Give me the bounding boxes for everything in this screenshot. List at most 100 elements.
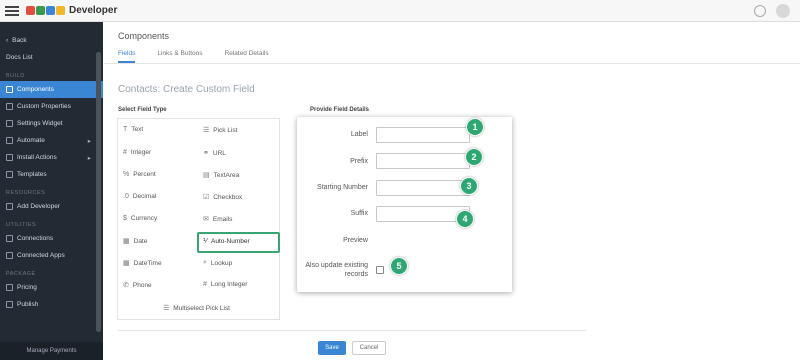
prefix-input[interactable] — [376, 153, 470, 169]
tab-fields[interactable]: Fields — [118, 50, 136, 63]
settings-icon — [6, 120, 13, 127]
starting-number-field-label: Starting Number — [317, 184, 368, 191]
divider — [117, 330, 587, 331]
calendar-icon: ▦ — [123, 238, 130, 245]
tab-related-details[interactable]: Related Details — [225, 50, 269, 63]
step-badge-4: 4 — [456, 210, 474, 228]
sidebar-item-connections[interactable]: Connections — [0, 230, 103, 247]
field-type-decimal[interactable]: .0 Decimal — [123, 193, 156, 200]
decimal-icon: .0 — [123, 193, 129, 200]
step-badge-1: 1 — [466, 118, 484, 136]
list-icon: ☰ — [203, 127, 210, 134]
field-type-phone[interactable]: ✆ Phone — [123, 281, 152, 290]
automate-icon — [6, 137, 13, 144]
sidebar-module-name: Docs List — [6, 54, 33, 61]
divider — [104, 63, 800, 64]
preview-label: Preview — [343, 237, 368, 244]
add-user-icon — [6, 203, 13, 210]
percent-icon: % — [123, 171, 130, 178]
field-type-url[interactable]: ⚭ URL — [203, 149, 226, 158]
field-type-checkbox[interactable]: ☑ Checkbox — [203, 193, 242, 202]
field-type-lookup[interactable]: ⌕ Lookup — [203, 259, 232, 267]
chevron-left-icon: ‹ — [6, 37, 9, 44]
page-header-title: Components — [118, 31, 170, 41]
brand-name: Developer — [69, 5, 118, 16]
step-badge-2: 2 — [465, 148, 483, 166]
tab-bar: Fields Links & Buttons Related Details — [118, 50, 269, 63]
sidebar-item-settings-widget[interactable]: Settings Widget — [0, 115, 103, 132]
sidebar-section-build: BUILD — [6, 73, 25, 79]
publish-icon — [6, 301, 13, 308]
sidebar-item-components[interactable]: Components — [0, 81, 103, 98]
app-logo — [26, 6, 65, 15]
field-type-datetime[interactable]: ▦ DateTime — [123, 259, 162, 268]
chevron-right-icon: ▸ — [87, 137, 91, 145]
update-existing-records-checkbox[interactable] — [376, 266, 384, 274]
field-type-currency[interactable]: $ Currency — [123, 215, 157, 222]
field-type-auto-number[interactable]: ⅟ Auto-Number — [203, 237, 250, 246]
phone-icon: ✆ — [123, 282, 129, 289]
templates-icon — [6, 171, 13, 178]
field-type-pick-list[interactable]: ☰ Pick List — [203, 126, 237, 135]
tab-links-buttons[interactable]: Links & Buttons — [157, 50, 202, 63]
sidebar-item-templates[interactable]: Templates — [0, 166, 103, 183]
text-icon: T — [123, 126, 128, 133]
sidebar-item-automate[interactable]: Automate ▸ — [0, 132, 103, 149]
components-icon — [6, 86, 13, 93]
install-icon — [6, 154, 13, 161]
sidebar-footer-manage-payments[interactable]: Manage Payments — [0, 342, 103, 360]
sidebar-section-utilities: UTILITIES — [6, 222, 37, 228]
sidebar-item-publish[interactable]: Publish — [0, 296, 103, 313]
currency-icon: $ — [123, 215, 127, 222]
field-type-text[interactable]: T Text — [123, 126, 143, 133]
page-title: Contacts: Create Custom Field — [118, 84, 255, 95]
field-type-long-integer[interactable]: # Long Integer — [203, 281, 247, 288]
update-existing-records-label: Also update existing records — [305, 262, 368, 278]
sidebar: ‹ Back Docs List BUILD Components Custom… — [0, 22, 103, 360]
integer-icon: # — [123, 149, 127, 156]
step-badge-5: 5 — [390, 257, 408, 275]
field-type-title: Select Field Type — [118, 107, 167, 113]
cancel-button[interactable]: Cancel — [352, 341, 386, 355]
save-button[interactable]: Save — [318, 341, 346, 355]
field-type-date[interactable]: ▦ Date — [123, 237, 147, 246]
checkbox-icon: ☑ — [203, 194, 210, 201]
menu-icon[interactable] — [5, 5, 19, 16]
email-icon: ✉ — [203, 216, 209, 223]
field-type-multiselect-pick-list[interactable]: ☰ Multiselect Pick List — [163, 304, 230, 313]
sidebar-scrollbar[interactable] — [96, 52, 101, 332]
sidebar-item-custom-properties[interactable]: Custom Properties — [0, 98, 103, 115]
field-type-emails[interactable]: ✉ Emails — [203, 215, 232, 224]
prefix-field-label: Prefix — [350, 158, 368, 165]
multiselect-icon: ☰ — [163, 305, 170, 312]
sidebar-back-link[interactable]: ‹ Back — [0, 32, 103, 49]
sidebar-item-install-actions[interactable]: Install Actions ▸ — [0, 149, 103, 166]
auto-number-icon: ⅟ — [203, 238, 207, 245]
label-input[interactable] — [376, 127, 470, 143]
sidebar-item-add-developer[interactable]: Add Developer — [0, 198, 103, 215]
sidebar-section-resources: RESOURCES — [6, 190, 46, 196]
link-icon: ⚭ — [203, 150, 209, 157]
avatar[interactable] — [776, 4, 790, 18]
properties-icon — [6, 103, 13, 110]
datetime-icon: ▦ — [123, 260, 130, 267]
details-title: Provide Field Details — [310, 107, 370, 113]
help-icon[interactable] — [754, 5, 766, 17]
field-type-textarea[interactable]: ▤ TextArea — [203, 171, 239, 180]
lookup-icon: ⌕ — [203, 259, 207, 266]
step-badge-3: 3 — [460, 177, 478, 195]
connections-icon — [6, 235, 13, 242]
chevron-right-icon: ▸ — [87, 154, 91, 162]
sidebar-item-connected-apps[interactable]: Connected Apps — [0, 247, 103, 264]
field-type-percent[interactable]: % Percent — [123, 171, 156, 178]
sidebar-section-package: PACKAGE — [6, 271, 36, 277]
suffix-field-label: Suffix — [350, 210, 368, 217]
textarea-icon: ▤ — [203, 172, 210, 179]
top-bar: Developer — [0, 0, 800, 22]
pricing-icon — [6, 284, 13, 291]
apps-icon — [6, 252, 13, 259]
starting-number-input[interactable] — [376, 180, 470, 196]
sidebar-item-pricing[interactable]: Pricing — [0, 279, 103, 296]
field-type-integer[interactable]: # Integer — [123, 149, 151, 156]
label-field-label: Label — [350, 131, 368, 138]
